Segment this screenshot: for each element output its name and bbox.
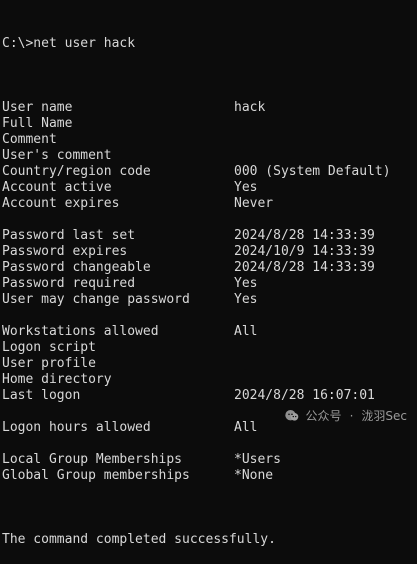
output-value: *Users	[234, 452, 281, 467]
watermark-separator: ·	[349, 409, 354, 423]
output-row: Password last set 2024/8/28 14:33:39	[0, 228, 417, 244]
output-label: User may change password	[2, 292, 190, 307]
output-label: Password expires	[2, 244, 128, 259]
output-row: Account expires Never	[0, 196, 417, 212]
terminal-window[interactable]: C:\>net user hack User name hack Full Name…	[0, 4, 417, 547]
output-row: Password required Yes	[0, 276, 417, 292]
output-label: Password required	[2, 276, 136, 291]
output-label: Comment	[2, 132, 57, 147]
output-value: Yes	[234, 180, 258, 195]
output-value: 2024/10/9 14:33:39	[234, 244, 375, 259]
output-row: User's comment	[0, 148, 417, 164]
output-value: 2024/8/28 16:07:01	[234, 388, 375, 403]
output-value: 2024/8/28 14:33:39	[234, 228, 375, 243]
command-prompt: C:\>net user hack	[2, 36, 136, 51]
output-label: Local Group Memberships	[2, 452, 183, 467]
output-row: Last logon 2024/8/28 16:07:01	[0, 388, 417, 404]
output-label: Password last set	[2, 228, 136, 243]
output-label: User profile	[2, 356, 96, 371]
output-row: Global Group memberships *None	[0, 468, 417, 484]
output-value: 2024/8/28 14:33:39	[234, 260, 375, 275]
output-row: User profile	[0, 356, 417, 372]
output-label: User name	[2, 100, 73, 115]
output-row: Country/region code 000 (System Default)	[0, 164, 417, 180]
output-row	[0, 212, 417, 228]
output-label: Country/region code	[2, 164, 151, 179]
output-row: Password expires 2024/10/9 14:33:39	[0, 244, 417, 260]
output-row	[0, 436, 417, 452]
output-row: Comment	[0, 132, 417, 148]
output-label: Logon script	[2, 340, 96, 355]
wechat-official-account-icon	[284, 408, 300, 424]
output-row: User name hack	[0, 100, 417, 116]
output-label: Global Group memberships	[2, 468, 190, 483]
footer-line: The command completed successfully.	[0, 532, 417, 548]
output-row: Workstations allowed All	[0, 324, 417, 340]
output-row	[0, 308, 417, 324]
output-row: Local Group Memberships *Users	[0, 452, 417, 468]
output-row: Account active Yes	[0, 180, 417, 196]
output-value: All	[234, 324, 258, 339]
output-label: Workstations allowed	[2, 324, 159, 339]
watermark-right: 泷羽Sec	[361, 409, 407, 423]
output-value: Yes	[234, 292, 258, 307]
command-line: C:\>net user hack	[0, 36, 417, 52]
command-result: The command completed successfully.	[2, 532, 276, 547]
output-row: Logon script	[0, 340, 417, 356]
output-value: Yes	[234, 276, 258, 291]
output-rows: User name hack Full Name Comment User's comm…	[0, 100, 417, 484]
output-label: Account expires	[2, 196, 120, 211]
watermark-left: 公众号	[305, 409, 342, 423]
output-value: *None	[234, 468, 274, 483]
output-value: 000 (System Default)	[234, 164, 391, 179]
output-label: Full Name	[2, 116, 73, 131]
output-label: Last logon	[2, 388, 81, 403]
output-row: Full Name	[0, 116, 417, 132]
output-row: Password changeable 2024/8/28 14:33:39	[0, 260, 417, 276]
output-value: Never	[234, 196, 274, 211]
output-value: hack	[234, 100, 266, 115]
output-label: Home directory	[2, 372, 112, 387]
output-label: Password changeable	[2, 260, 151, 275]
output-row: User may change password Yes	[0, 292, 417, 308]
output-row: Home directory	[0, 372, 417, 388]
watermark: 公众号 · 泷羽Sec	[284, 408, 407, 424]
output-label: Account active	[2, 180, 112, 195]
output-label: User's comment	[2, 148, 112, 163]
